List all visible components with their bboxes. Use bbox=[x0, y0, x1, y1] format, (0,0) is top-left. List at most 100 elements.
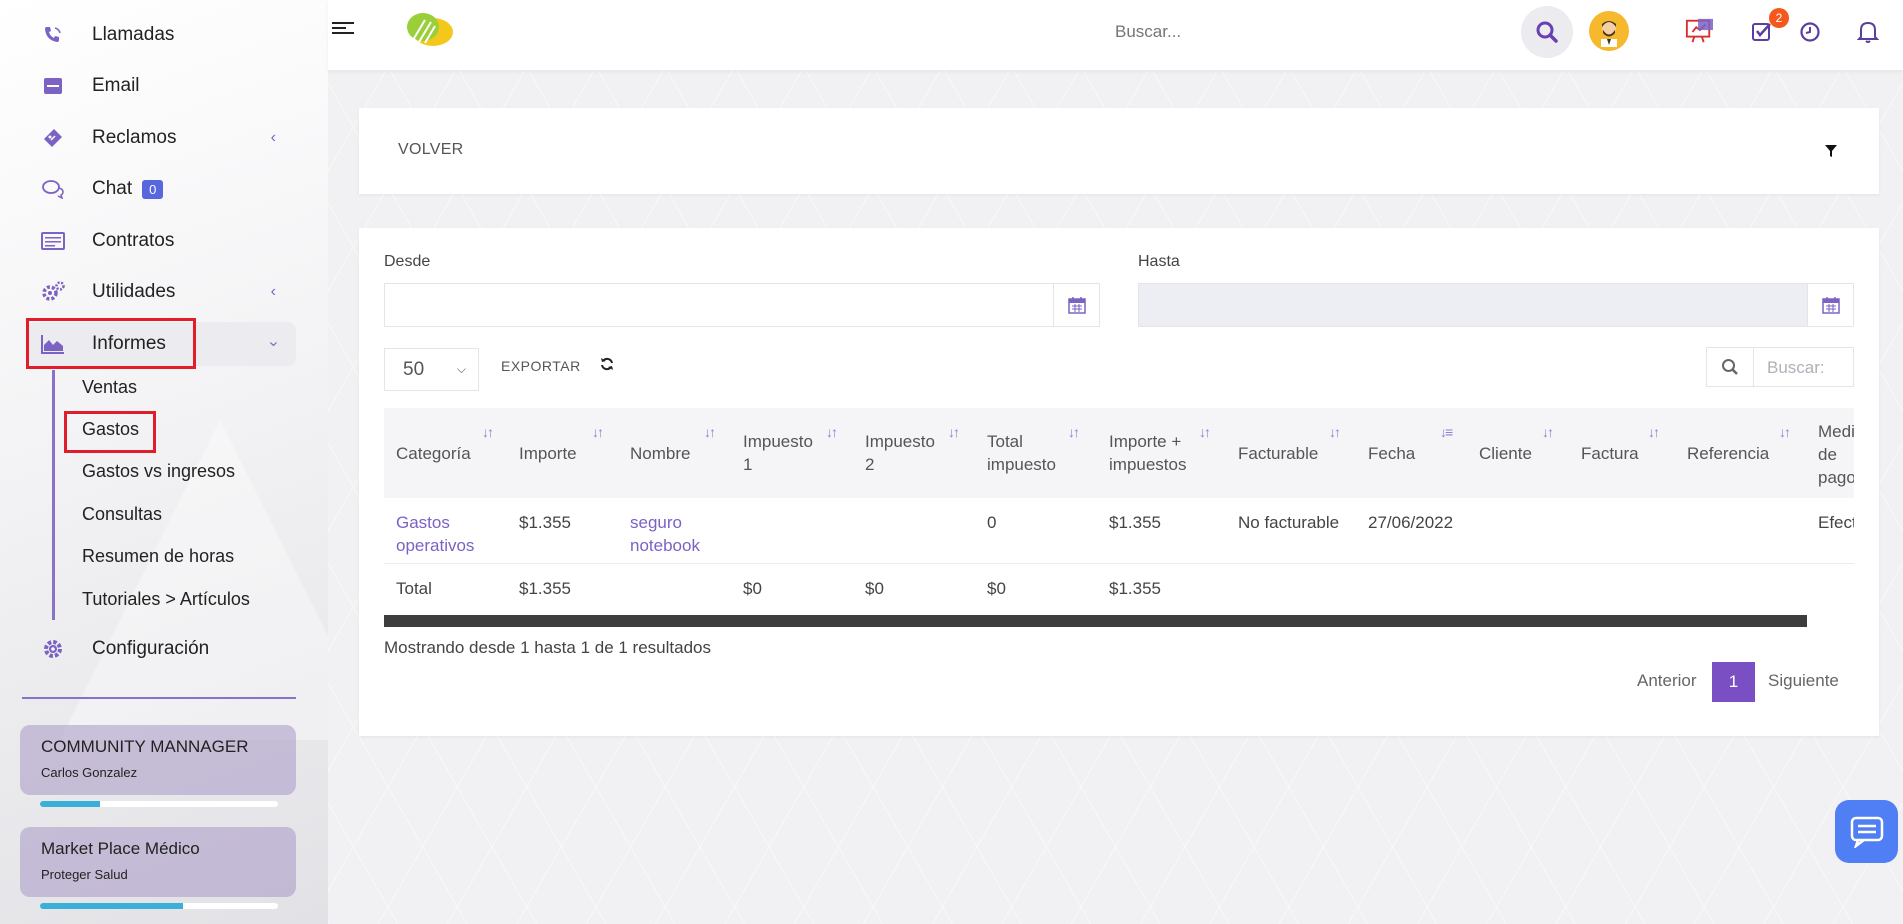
column-header-importe[interactable]: Importe bbox=[519, 442, 577, 465]
submenu-line bbox=[52, 370, 55, 620]
sort-icon[interactable]: ↓↑ bbox=[704, 424, 716, 440]
search-icon bbox=[1536, 21, 1558, 43]
sort-icon[interactable]: ↓↑ bbox=[1199, 424, 1211, 440]
row-divider bbox=[384, 563, 1854, 564]
total-importe: $1.355 bbox=[519, 579, 571, 598]
ticket-icon bbox=[41, 126, 65, 150]
chevron-left-icon: ‹ bbox=[270, 283, 276, 300]
export-button[interactable]: EXPORTAR bbox=[501, 358, 581, 374]
logo-icon bbox=[403, 10, 455, 53]
avatar[interactable] bbox=[1589, 11, 1629, 51]
horizontal-scrollbar[interactable] bbox=[384, 615, 1807, 627]
sidebar-item-chat[interactable]: Chat 0 bbox=[28, 167, 296, 211]
column-header-importe-impuestos[interactable]: Importe + impuestos bbox=[1109, 430, 1199, 476]
chat-icon bbox=[41, 177, 65, 201]
submenu-item-tutoriales[interactable]: Tutoriales > Artículos bbox=[82, 589, 250, 610]
sidebar-item-email[interactable]: Email bbox=[28, 64, 296, 108]
column-header-cliente[interactable]: Cliente bbox=[1479, 442, 1532, 465]
total-importe-impuestos: $1.355 bbox=[1109, 579, 1161, 598]
back-button[interactable]: VOLVER bbox=[398, 141, 464, 159]
sort-icon[interactable]: ↓↑ bbox=[1542, 424, 1554, 440]
column-header-total-impuesto[interactable]: Total impuesto bbox=[987, 430, 1077, 476]
sort-icon[interactable]: ↓↑ bbox=[482, 424, 494, 440]
search-icon bbox=[1707, 348, 1754, 386]
submenu-item-resumen-horas[interactable]: Resumen de horas bbox=[82, 546, 234, 567]
project-card[interactable]: Market Place Médico Proteger Salud bbox=[20, 827, 296, 897]
hamburger-menu-icon[interactable] bbox=[332, 22, 354, 38]
filter-panel bbox=[359, 108, 1879, 194]
sidebar-item-utilidades[interactable]: Utilidades ‹ bbox=[28, 270, 296, 314]
sort-desc-icon[interactable]: ↓≡ bbox=[1440, 424, 1453, 440]
column-header-fecha[interactable]: Fecha bbox=[1368, 442, 1415, 465]
sidebar-item-label: Reclamos bbox=[92, 127, 177, 148]
total-label: Total bbox=[396, 579, 432, 598]
sidebar-item-label: Llamadas bbox=[92, 24, 175, 45]
sidebar-item-contratos[interactable]: Contratos bbox=[28, 219, 296, 263]
cell-categoria[interactable]: Gastos operativos bbox=[396, 511, 486, 557]
from-date-input[interactable] bbox=[384, 283, 1100, 327]
sidebar-item-configuracion[interactable]: Configuración bbox=[28, 627, 296, 671]
column-header-impuesto-1[interactable]: Impuesto 1 bbox=[743, 430, 823, 476]
calendar-icon[interactable] bbox=[1807, 284, 1853, 326]
filter-icon[interactable] bbox=[1824, 144, 1838, 163]
submenu-item-gastos-vs-ingresos[interactable]: Gastos vs ingresos bbox=[82, 461, 235, 482]
project-card[interactable]: COMMUNITY MANNAGER Carlos Gonzalez bbox=[20, 725, 296, 795]
sort-icon[interactable]: ↓↑ bbox=[1329, 424, 1341, 440]
cell-facturable: No facturable bbox=[1238, 513, 1340, 532]
clock-icon[interactable] bbox=[1796, 18, 1824, 46]
gear-icon bbox=[41, 637, 65, 661]
column-header-categoria[interactable]: Categoría bbox=[396, 442, 471, 465]
cell-medio-pago: Efect bbox=[1818, 513, 1854, 532]
chat-widget-button[interactable] bbox=[1835, 800, 1898, 863]
chat-widget-icon bbox=[1850, 816, 1883, 848]
sort-icon[interactable]: ↓↑ bbox=[1068, 424, 1080, 440]
to-label: Hasta bbox=[1138, 253, 1180, 270]
column-header-medio-pago[interactable]: Medio de pago bbox=[1818, 420, 1854, 489]
to-date-input[interactable] bbox=[1138, 283, 1854, 327]
project-progress-bar bbox=[40, 801, 278, 807]
column-header-impuesto-2[interactable]: Impuesto 2 bbox=[865, 430, 945, 476]
refresh-icon[interactable] bbox=[600, 357, 614, 375]
sidebar-item-label: Configuración bbox=[92, 638, 210, 659]
phone-icon bbox=[41, 23, 65, 47]
sort-icon[interactable]: ↓↑ bbox=[826, 424, 838, 440]
highlight-box bbox=[64, 411, 156, 453]
presentation-icon[interactable] bbox=[1685, 17, 1713, 45]
submenu-item-consultas[interactable]: Consultas bbox=[82, 504, 162, 525]
pagination-previous[interactable]: Anterior bbox=[1637, 671, 1697, 691]
global-search-input[interactable] bbox=[1115, 22, 1315, 42]
sort-icon[interactable]: ↓↑ bbox=[1779, 424, 1791, 440]
sort-icon[interactable]: ↓↑ bbox=[948, 424, 960, 440]
cell-nombre[interactable]: seguro notebook bbox=[630, 511, 720, 557]
tasks-count-badge: 2 bbox=[1769, 8, 1789, 28]
pagination-page-current[interactable]: 1 bbox=[1712, 662, 1755, 702]
page-size-value: 50 bbox=[403, 359, 425, 380]
cell-fecha: 27/06/2022 bbox=[1368, 513, 1454, 532]
gears-icon bbox=[41, 280, 65, 304]
project-title: COMMUNITY MANNAGER bbox=[41, 737, 249, 756]
column-header-facturable[interactable]: Facturable bbox=[1238, 442, 1318, 465]
project-progress-bar bbox=[40, 903, 278, 909]
page-size-select[interactable]: 50 ⌵ bbox=[384, 348, 479, 391]
sort-icon[interactable]: ↓↑ bbox=[592, 424, 604, 440]
sidebar: Llamadas Email Reclamos ‹ Chat 0 Contrat… bbox=[0, 0, 328, 924]
chevron-left-icon: ‹ bbox=[270, 129, 276, 146]
total-impuesto-1: $0 bbox=[743, 579, 762, 598]
column-header-referencia[interactable]: Referencia bbox=[1687, 442, 1769, 465]
pagination-next[interactable]: Siguiente bbox=[1768, 671, 1839, 691]
submenu-item-ventas[interactable]: Ventas bbox=[82, 377, 137, 398]
sidebar-item-llamadas[interactable]: Llamadas bbox=[28, 13, 296, 57]
table-search[interactable]: Buscar: bbox=[1706, 347, 1854, 387]
total-impuesto-2: $0 bbox=[865, 579, 884, 598]
sort-icon[interactable]: ↓↑ bbox=[1648, 424, 1660, 440]
sidebar-item-label: Email bbox=[92, 75, 140, 96]
sidebar-divider bbox=[22, 697, 296, 699]
search-button[interactable] bbox=[1521, 6, 1573, 58]
sidebar-item-reclamos[interactable]: Reclamos ‹ bbox=[28, 116, 296, 160]
bell-icon[interactable] bbox=[1854, 18, 1882, 46]
column-header-factura[interactable]: Factura bbox=[1581, 442, 1639, 465]
from-label: Desde bbox=[384, 253, 431, 270]
calendar-icon[interactable] bbox=[1053, 284, 1099, 326]
column-header-nombre[interactable]: Nombre bbox=[630, 442, 690, 465]
project-client: Proteger Salud bbox=[41, 867, 128, 882]
